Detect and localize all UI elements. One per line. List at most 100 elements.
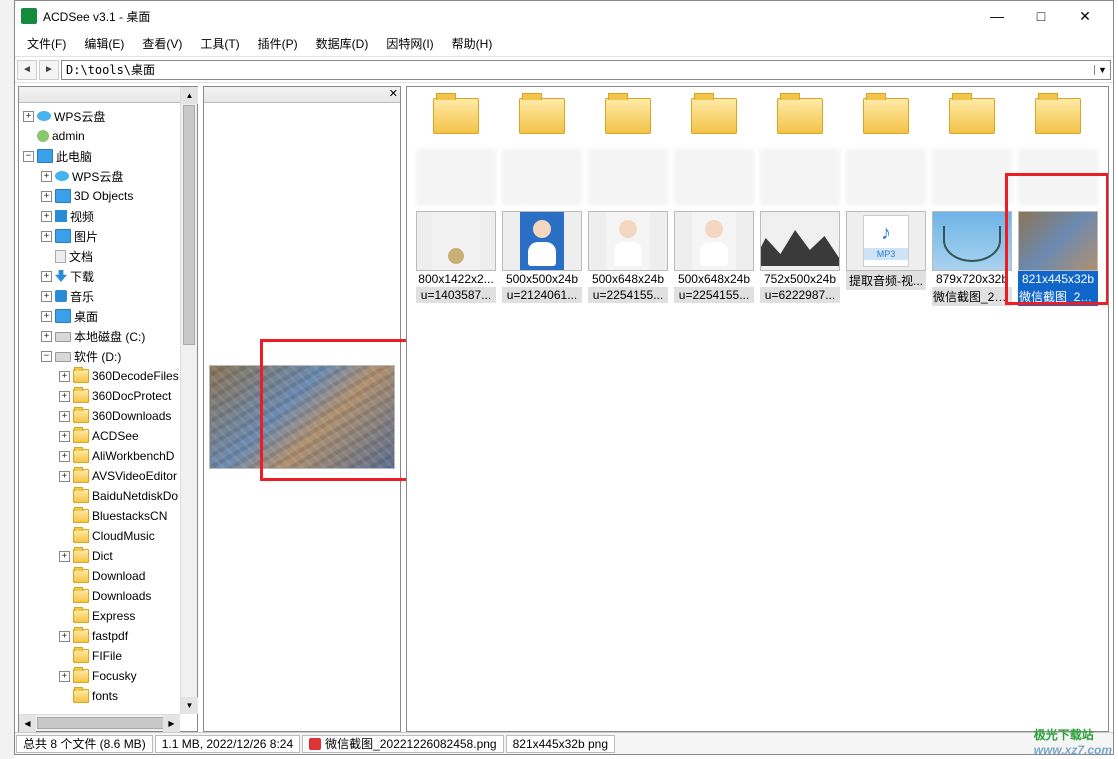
preview-pane-close-icon[interactable]: ✕ <box>389 89 398 100</box>
tree-node[interactable]: +360DecodeFiles <box>19 366 197 386</box>
expand-toggle-icon[interactable]: + <box>59 631 70 642</box>
scroll-left-icon[interactable]: ◀ <box>19 715 36 732</box>
tree-node[interactable]: +3D Objects <box>19 186 197 206</box>
expand-toggle-icon[interactable]: + <box>41 311 52 322</box>
expand-toggle-icon[interactable]: + <box>59 551 70 562</box>
tree-node[interactable]: BaiduNetdiskDo <box>19 486 197 506</box>
tree-node[interactable]: + 本地磁盘 (C:) <box>19 326 197 346</box>
menu-item[interactable]: 工具(T) <box>192 33 247 54</box>
expand-toggle-icon[interactable]: + <box>59 411 70 422</box>
tree-node[interactable]: +WPS云盘 <box>19 106 197 126</box>
scroll-down-icon[interactable]: ▼ <box>181 697 198 714</box>
file-thumb[interactable]: 879x720x32b微信截图_20... <box>929 211 1015 306</box>
folder-tree[interactable]: +WPS云盘admin−此电脑+WPS云盘+3D Objects+视频+图片文档… <box>19 103 197 731</box>
menu-item[interactable]: 编辑(E) <box>76 33 132 54</box>
expand-toggle-icon[interactable]: + <box>41 231 52 242</box>
tree-node[interactable]: +下载 <box>19 266 197 286</box>
tree-node[interactable]: −软件 (D:) <box>19 346 197 366</box>
scroll-thumb[interactable] <box>37 717 177 729</box>
expand-toggle-icon[interactable]: + <box>41 211 52 222</box>
expand-toggle-icon[interactable]: + <box>41 291 52 302</box>
menu-item[interactable]: 查看(V) <box>134 33 190 54</box>
tree-node[interactable]: +视频 <box>19 206 197 226</box>
scroll-up-icon[interactable]: ▲ <box>181 87 198 104</box>
folder-thumb[interactable] <box>843 95 929 137</box>
menu-item[interactable]: 文件(F) <box>19 33 74 54</box>
tree-node[interactable]: +360DocProtect <box>19 386 197 406</box>
expand-toggle-icon[interactable]: + <box>59 431 70 442</box>
expand-toggle-icon[interactable]: + <box>59 391 70 402</box>
folder-thumb[interactable] <box>413 95 499 137</box>
tree-node[interactable]: Download <box>19 566 197 586</box>
expand-toggle-icon[interactable]: + <box>41 191 52 202</box>
tree-label: 本地磁盘 (C:) <box>74 328 145 345</box>
tree-vscroll[interactable]: ▲ ▼ <box>180 87 197 714</box>
folder-thumb[interactable] <box>671 95 757 137</box>
tree-node[interactable]: FIFile <box>19 646 197 666</box>
tree-node[interactable]: fonts <box>19 686 197 706</box>
nav-back-button[interactable]: ◄ <box>17 60 37 80</box>
menu-item[interactable]: 帮助(H) <box>444 33 501 54</box>
tree-node[interactable]: +Dict <box>19 546 197 566</box>
file-thumb[interactable]: 821x445x32b微信截图_20... <box>1015 211 1101 306</box>
tree-node[interactable]: +图片 <box>19 226 197 246</box>
expand-toggle-icon[interactable]: + <box>59 671 70 682</box>
tree-node[interactable]: 文档 <box>19 246 197 266</box>
tree-node[interactable]: admin <box>19 126 197 146</box>
minimize-button[interactable]: — <box>975 2 1019 30</box>
folder-thumb[interactable] <box>929 95 1015 137</box>
expand-toggle-icon[interactable]: + <box>59 451 70 462</box>
close-button[interactable]: ✕ <box>1063 2 1107 30</box>
thumb-dimensions: 500x648x24b <box>674 271 754 287</box>
tree-node[interactable]: Express <box>19 606 197 626</box>
folder-thumb[interactable] <box>757 95 843 137</box>
menu-item[interactable]: 数据库(D) <box>308 33 377 54</box>
expand-toggle-icon <box>23 131 34 142</box>
maximize-button[interactable]: □ <box>1019 2 1063 30</box>
status-filename: 微信截图_20221226082458.png <box>302 735 503 753</box>
address-input[interactable] <box>62 63 1094 77</box>
tree-node[interactable]: +音乐 <box>19 286 197 306</box>
tree-node[interactable]: −此电脑 <box>19 146 197 166</box>
file-thumb[interactable]: 提取音频-视... <box>843 211 929 306</box>
folder-thumb[interactable] <box>499 95 585 137</box>
file-thumb[interactable]: 500x648x24bu=2254155... <box>585 211 671 306</box>
file-thumb[interactable]: 500x500x24bu=2124061... <box>499 211 585 306</box>
expand-toggle-icon[interactable]: + <box>41 171 52 182</box>
preview-pane: ✕ <box>203 86 401 732</box>
file-thumb[interactable]: 800x1422x2...u=1403587... <box>413 211 499 306</box>
tree-node[interactable]: CloudMusic <box>19 526 197 546</box>
tree-node[interactable]: +桌面 <box>19 306 197 326</box>
scroll-thumb[interactable] <box>183 105 195 345</box>
tree-node[interactable]: +360Downloads <box>19 406 197 426</box>
menu-item[interactable]: 因特网(I) <box>378 33 441 54</box>
thumb-blurred <box>413 149 499 205</box>
expand-toggle-icon[interactable]: + <box>41 271 52 282</box>
expand-toggle-icon[interactable]: + <box>23 111 34 122</box>
preview-image[interactable] <box>209 365 395 469</box>
nav-fwd-button[interactable]: ► <box>39 60 59 80</box>
file-thumb[interactable]: 500x648x24bu=2254155... <box>671 211 757 306</box>
menu-item[interactable]: 插件(P) <box>250 33 306 54</box>
tree-node[interactable]: +ACDSee <box>19 426 197 446</box>
tree-node[interactable]: +Focusky <box>19 666 197 686</box>
folder-icon <box>519 98 565 134</box>
folder-thumb[interactable] <box>1015 95 1101 137</box>
tree-node[interactable]: Downloads <box>19 586 197 606</box>
folder-thumb[interactable] <box>585 95 671 137</box>
tree-node[interactable]: +AliWorkbenchD <box>19 446 197 466</box>
tree-node[interactable]: BluestacksCN <box>19 506 197 526</box>
expand-toggle-icon[interactable]: + <box>41 331 52 342</box>
tree-hscroll[interactable]: ◀ ▶ <box>19 714 180 731</box>
thumbnail-list[interactable]: 800x1422x2...u=1403587...500x500x24bu=21… <box>407 87 1108 731</box>
tree-node[interactable]: +fastpdf <box>19 626 197 646</box>
tree-node[interactable]: +WPS云盘 <box>19 166 197 186</box>
expand-toggle-icon[interactable]: − <box>23 151 34 162</box>
expand-toggle-icon[interactable]: + <box>59 371 70 382</box>
expand-toggle-icon[interactable]: + <box>59 471 70 482</box>
tree-node[interactable]: +AVSVideoEditor <box>19 466 197 486</box>
expand-toggle-icon[interactable]: − <box>41 351 52 362</box>
scroll-right-icon[interactable]: ▶ <box>163 715 180 732</box>
address-dropdown-button[interactable]: ▼ <box>1094 65 1110 75</box>
file-thumb[interactable]: 752x500x24bu=6222987... <box>757 211 843 306</box>
